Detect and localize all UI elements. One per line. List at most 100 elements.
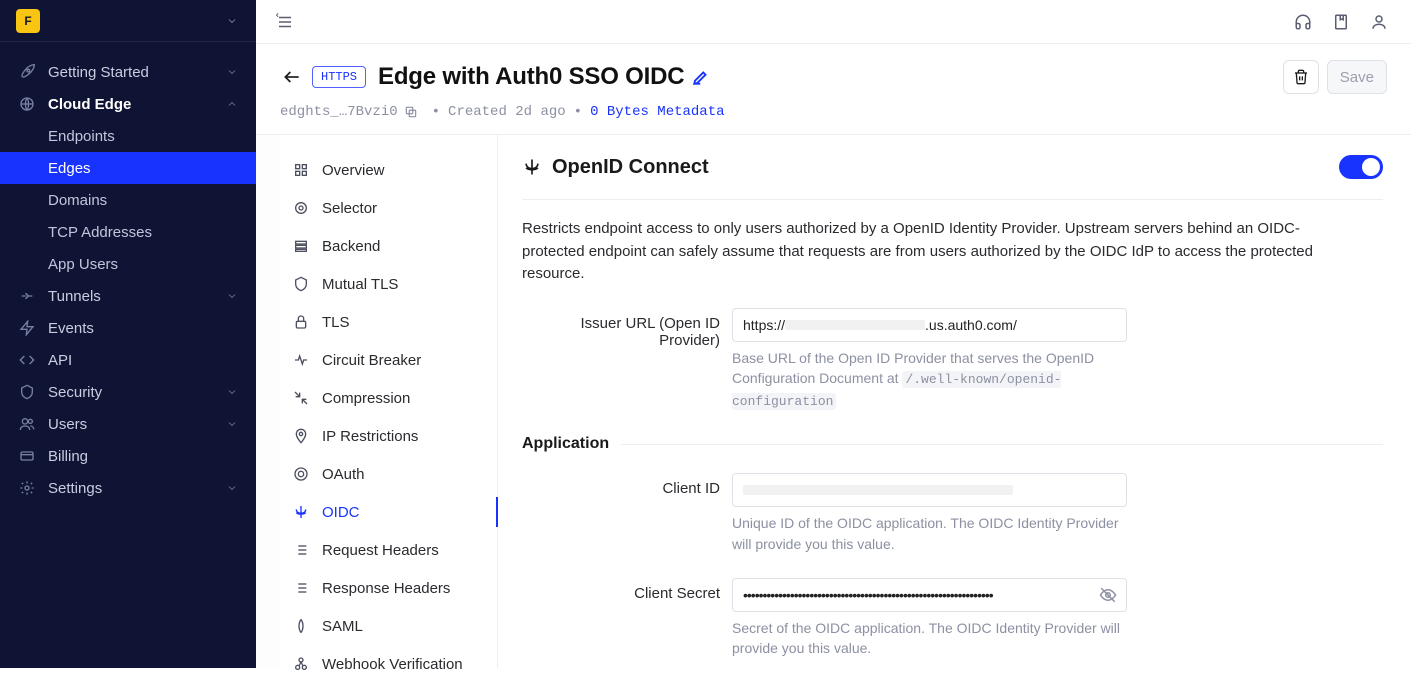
oidc-icon (292, 503, 310, 521)
application-heading: Application (522, 435, 609, 453)
config-item-selector[interactable]: Selector (280, 189, 497, 227)
config-item-label: Request Headers (322, 542, 439, 559)
edit-title-icon[interactable] (692, 68, 710, 86)
client-secret-input[interactable] (732, 578, 1127, 612)
users-icon (18, 415, 36, 433)
sidebar-item-tunnels[interactable]: Tunnels (0, 280, 256, 312)
grid-icon (292, 161, 310, 179)
config-item-saml[interactable]: SAML (280, 607, 497, 645)
oidc-icon (522, 157, 542, 177)
config-item-compression[interactable]: Compression (280, 379, 497, 417)
config-item-label: Selector (322, 200, 377, 217)
avatar: F (16, 9, 40, 33)
layers-icon (292, 237, 310, 255)
client-secret-help: Secret of the OIDC application. The OIDC… (732, 618, 1132, 659)
config-item-oauth[interactable]: OAuth (280, 455, 497, 493)
reveal-secret-icon[interactable] (1099, 586, 1117, 604)
config-item-overview[interactable]: Overview (280, 151, 497, 189)
issuer-url-input[interactable]: https://.us.auth0.com/ (732, 308, 1127, 342)
sidebar-item-label: Cloud Edge (48, 96, 131, 113)
config-item-tls[interactable]: TLS (280, 303, 497, 341)
compress-icon (292, 389, 310, 407)
config-item-ip-restrictions[interactable]: IP Restrictions (280, 417, 497, 455)
client-id-help: Unique ID of the OIDC application. The O… (732, 513, 1132, 554)
config-item-label: Backend (322, 238, 380, 255)
config-item-mutual-tls[interactable]: Mutual TLS (280, 265, 497, 303)
oidc-toggle[interactable] (1339, 155, 1383, 179)
config-item-webhook-verification[interactable]: Webhook Verification (280, 645, 497, 683)
config-item-label: IP Restrictions (322, 428, 418, 445)
location-icon (292, 427, 310, 445)
sidebar-item-events[interactable]: Events (0, 312, 256, 344)
support-icon[interactable] (1291, 10, 1315, 34)
edge-id-suffix: 7Bvzi0 (347, 104, 397, 120)
save-button[interactable]: Save (1327, 60, 1387, 94)
chevron-down-icon (226, 418, 238, 430)
client-id-label: Client ID (522, 473, 732, 497)
list-icon (292, 541, 310, 559)
config-item-backend[interactable]: Backend (280, 227, 497, 265)
config-item-label: Circuit Breaker (322, 352, 421, 369)
sidebar-subitem-tcp-addresses[interactable]: TCP Addresses (0, 216, 256, 248)
edge-id-prefix: edghts_ (280, 104, 339, 120)
sidebar-item-cloud-edge[interactable]: Cloud Edge (0, 88, 256, 120)
config-item-request-headers[interactable]: Request Headers (280, 531, 497, 569)
section-description: Restricts endpoint access to only users … (522, 218, 1342, 286)
sidebar-item-label: Users (48, 416, 87, 433)
card-icon (18, 447, 36, 465)
config-item-label: OIDC (322, 504, 360, 521)
issuer-url-help: Base URL of the Open ID Provider that se… (732, 348, 1132, 412)
sidebar-subitem-endpoints[interactable]: Endpoints (0, 120, 256, 152)
user-menu-icon[interactable] (1367, 10, 1391, 34)
tunnel-icon (18, 287, 36, 305)
sidebar-item-label: API (48, 352, 72, 369)
config-item-label: SAML (322, 618, 363, 635)
bolt-icon (18, 319, 36, 337)
sidebar-item-getting-started[interactable]: Getting Started (0, 56, 256, 88)
sidebar-subitem-edges[interactable]: Edges (0, 152, 256, 184)
sidebar: F Getting Started Cloud Edge EndpointsEdge… (0, 0, 256, 668)
config-item-label: Response Headers (322, 580, 450, 597)
chevron-down-icon (226, 290, 238, 302)
created-ago: Created 2d ago (448, 104, 566, 120)
chevron-down-icon (226, 386, 238, 398)
copy-id-icon[interactable] (404, 105, 418, 119)
sidebar-item-users[interactable]: Users (0, 408, 256, 440)
chevron-up-icon (226, 98, 238, 110)
client-id-input[interactable] (732, 473, 1127, 507)
config-item-response-headers[interactable]: Response Headers (280, 569, 497, 607)
main: HTTPS Edge with Auth0 SSO OIDC Save edgh… (256, 0, 1411, 668)
topbar (256, 0, 1411, 44)
sidebar-item-billing[interactable]: Billing (0, 440, 256, 472)
code-icon (18, 351, 36, 369)
back-arrow-icon[interactable] (280, 65, 304, 89)
shield-icon (18, 383, 36, 401)
metadata-link[interactable]: 0 Bytes Metadata (590, 104, 724, 120)
sidebar-item-api[interactable]: API (0, 344, 256, 376)
sidebar-subitem-app-users[interactable]: App Users (0, 248, 256, 280)
chevron-down-icon (226, 66, 238, 78)
delete-button[interactable] (1283, 60, 1319, 94)
target-icon (292, 199, 310, 217)
config-item-label: Mutual TLS (322, 276, 398, 293)
gear-icon (18, 479, 36, 497)
client-secret-label: Client Secret (522, 578, 732, 602)
config-item-circuit-breaker[interactable]: Circuit Breaker (280, 341, 497, 379)
collapse-sidebar-icon[interactable] (276, 13, 294, 31)
list-icon (292, 579, 310, 597)
sidebar-subitem-domains[interactable]: Domains (0, 184, 256, 216)
config-item-oidc[interactable]: OIDC (280, 493, 497, 531)
sidebar-item-label: Settings (48, 480, 102, 497)
globe-icon (18, 95, 36, 113)
protocol-badge: HTTPS (312, 66, 366, 88)
sidebar-item-security[interactable]: Security (0, 376, 256, 408)
oauth-icon (292, 465, 310, 483)
config-item-label: OAuth (322, 466, 365, 483)
page-meta: edghts_…7Bvzi0 • Created 2d ago • 0 Byte… (280, 104, 1387, 120)
sidebar-item-settings[interactable]: Settings (0, 472, 256, 504)
webhook-icon (292, 655, 310, 673)
sidebar-account-switcher[interactable]: F (0, 0, 256, 42)
page-title: Edge with Auth0 SSO OIDC (378, 63, 684, 91)
config-item-label: Webhook Verification (322, 656, 463, 673)
docs-icon[interactable] (1329, 10, 1353, 34)
